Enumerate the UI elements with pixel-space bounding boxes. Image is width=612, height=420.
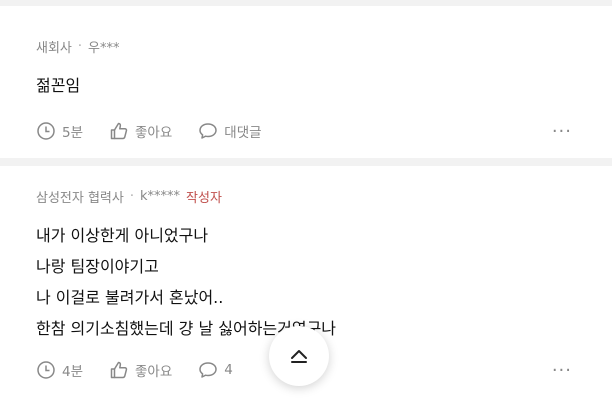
reply-button[interactable]: 4 xyxy=(198,360,233,380)
reply-label: 대댓글 xyxy=(224,125,262,141)
scroll-to-top-button[interactable] xyxy=(269,326,329,386)
clock-icon xyxy=(37,361,55,379)
top-separator xyxy=(0,0,612,6)
comment-actions: 5분 좋아요 대댓글 ··· xyxy=(36,119,576,143)
chevron-up-icon xyxy=(291,350,307,363)
comment-meta: 삼성전자 협력사 · k***** 작성자 xyxy=(36,186,576,206)
timestamp-text: 5분 xyxy=(62,125,84,141)
author-name: k***** xyxy=(140,188,181,204)
more-dots-icon: ··· xyxy=(551,359,572,381)
author-name: 우*** xyxy=(88,40,120,56)
comment: 새회사 · 우*** 젊꼰임 5분 좋아요 대댓글 ··· xyxy=(36,36,576,143)
op-badge: 작성자 xyxy=(186,190,222,206)
company-name: 새회사 xyxy=(36,40,72,56)
comment-separator xyxy=(0,158,612,166)
more-options-button[interactable]: ··· xyxy=(552,121,572,142)
meta-separator-dot: · xyxy=(129,188,134,204)
thumbs-up-icon xyxy=(110,361,128,379)
comment-line: 젊꼰임 xyxy=(36,76,81,95)
meta-separator-dot: · xyxy=(77,38,83,54)
speech-bubble-icon xyxy=(199,123,218,139)
comment-line: 내가 이상한게 아니었구나 xyxy=(36,226,209,245)
like-button[interactable]: 좋아요 xyxy=(109,360,172,380)
timestamp: 4분 xyxy=(36,360,83,380)
thumbs-up-icon xyxy=(110,122,128,140)
comment-body: 내가 이상한게 아니었구나 나랑 팀장이야기고 나 이걸로 불려가서 혼났어..… xyxy=(36,220,576,344)
timestamp: 5분 xyxy=(36,121,83,141)
like-label: 좋아요 xyxy=(135,364,173,380)
reply-count: 4 xyxy=(224,362,233,378)
comment-meta: 새회사 · 우*** xyxy=(36,36,576,56)
speech-bubble-icon xyxy=(199,362,218,378)
like-label: 좋아요 xyxy=(135,125,173,141)
comment-line: 나 이걸로 불려가서 혼났어.. xyxy=(36,288,224,307)
clock-icon xyxy=(37,122,55,140)
company-name: 삼성전자 협력사 xyxy=(36,190,124,206)
more-options-button[interactable]: ··· xyxy=(552,360,572,381)
comment-line: 나랑 팀장이야기고 xyxy=(36,257,159,276)
reply-button[interactable]: 대댓글 xyxy=(198,121,262,141)
more-dots-icon: ··· xyxy=(551,120,572,142)
timestamp-text: 4분 xyxy=(62,364,84,380)
like-button[interactable]: 좋아요 xyxy=(109,121,172,141)
comment-body: 젊꼰임 xyxy=(36,70,576,101)
